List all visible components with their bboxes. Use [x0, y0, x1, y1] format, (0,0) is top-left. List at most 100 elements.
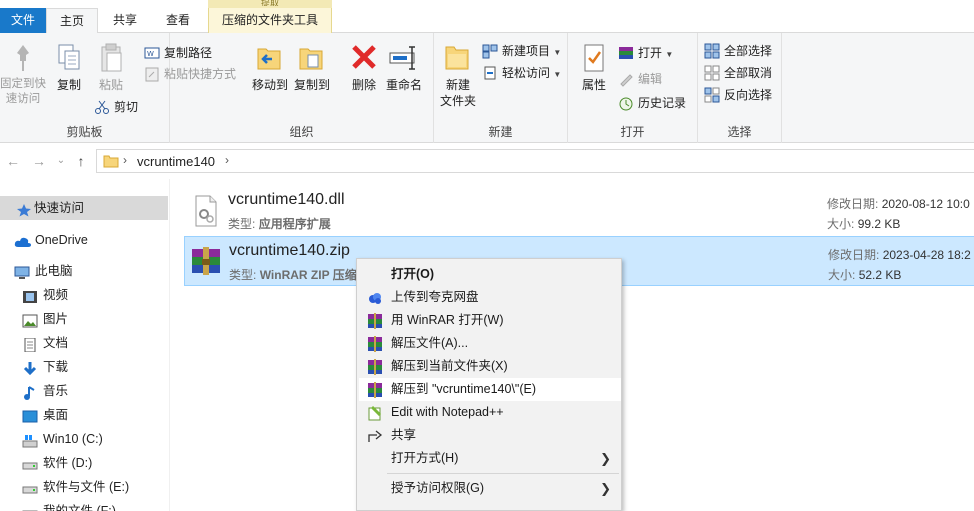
menu-item-label: 打开(O): [391, 267, 435, 281]
nav-item-quick-access[interactable]: 快速访问: [0, 196, 168, 220]
clipboard-group: 固定到快 速访问 复制 粘贴 W 复制路径 粘贴快捷方式 剪切 剪贴板: [0, 33, 236, 143]
file-date-label: 修改日期:: [827, 197, 879, 211]
breadcrumb-chevron-icon[interactable]: ›: [225, 153, 229, 167]
menu-item-edit-notepadpp[interactable]: Edit with Notepad++: [359, 401, 621, 424]
scissors-icon: [94, 99, 110, 115]
menu-item-open[interactable]: 打开(O): [359, 263, 621, 286]
nav-item-drive-c[interactable]: Win10 (C:): [0, 427, 168, 451]
new-item-button[interactable]: 新建项目 ▼: [482, 41, 561, 61]
select-all-label: 全部选择: [724, 44, 773, 58]
breadcrumb-chevron-icon[interactable]: ›: [123, 153, 127, 167]
paste-label: 粘贴: [98, 78, 123, 92]
properties-button[interactable]: 属性: [574, 41, 614, 93]
file-type-value: 应用程序扩展: [258, 217, 331, 231]
nav-item-pictures[interactable]: 图片: [0, 307, 168, 331]
select-all-icon: [704, 43, 720, 59]
menu-separator: [387, 473, 619, 474]
move-to-icon: [254, 41, 286, 75]
rename-label: 重命名: [385, 78, 422, 92]
tab-share[interactable]: 共享: [100, 8, 150, 33]
nav-item-drive-f[interactable]: 我的文件 (F:): [0, 499, 168, 511]
copy-to-button[interactable]: 复制到: [292, 41, 332, 93]
menu-item-extract-files[interactable]: 解压文件(A)...: [359, 332, 621, 355]
pin-label: 固定到快 速访问: [0, 78, 46, 105]
file-date: 修改日期: 2023-04-28 18:2: [828, 246, 971, 263]
menu-item-label: 打开方式(H): [391, 451, 459, 465]
breadcrumb-current-folder[interactable]: vcruntime140: [137, 154, 215, 169]
menu-item-open-with[interactable]: 打开方式(H) ❯: [359, 447, 621, 470]
winrar-archive-icon: [189, 245, 223, 279]
nav-item-label: 视频: [43, 288, 69, 302]
new-item-label: 新建项目: [502, 44, 551, 58]
open-button[interactable]: 打开 ▼: [618, 43, 673, 63]
drive-icon: [22, 504, 38, 511]
context-tab-header-label: 提取: [260, 0, 279, 6]
file-item-dll[interactable]: vcruntime140.dll 类型: 应用程序扩展 修改日期: 2020-0…: [184, 186, 974, 236]
copy-path-icon: W: [144, 45, 160, 61]
up-arrow-icon[interactable]: ↑: [72, 152, 90, 170]
history-label: 历史记录: [638, 96, 687, 110]
nav-item-drive-d[interactable]: 软件 (D:): [0, 451, 168, 475]
easy-access-button[interactable]: 轻松访问 ▼: [482, 63, 561, 83]
nav-item-label: 图片: [43, 312, 69, 326]
clipboard-group-label: 剪贴板: [66, 125, 103, 139]
tab-home[interactable]: 主页: [46, 8, 98, 34]
organize-group: 移动到 复制到 删除 重命名 组织: [170, 33, 434, 143]
file-date: 修改日期: 2020-08-12 10:0: [827, 195, 970, 212]
file-type: 类型: 应用程序扩展: [228, 215, 331, 232]
tab-compressed-folder-tools[interactable]: 压缩的文件夹工具: [208, 8, 332, 33]
pin-quick-access-button[interactable]: 固定到快 速访问: [0, 41, 46, 107]
desktop-icon: [22, 408, 38, 423]
forward-arrow-icon[interactable]: →: [30, 152, 48, 170]
winrar-icon: [367, 336, 383, 352]
copy-to-icon: [296, 41, 328, 75]
tab-view[interactable]: 查看: [152, 8, 204, 33]
select-group-label: 选择: [727, 125, 752, 139]
select-none-button[interactable]: 全部取消: [704, 63, 772, 83]
new-group: 新建 文件夹 新建项目 ▼ 轻松访问 ▼ 新建: [434, 33, 568, 143]
select-all-button[interactable]: 全部选择: [704, 41, 772, 61]
menu-item-label: 解压到 "vcruntime140\"(E): [391, 382, 537, 396]
delete-button[interactable]: 删除: [344, 41, 384, 93]
menu-item-extract-here[interactable]: 解压到当前文件夹(X): [359, 355, 621, 378]
nav-item-desktop[interactable]: 桌面: [0, 403, 168, 427]
cut-button[interactable]: 剪切: [94, 97, 138, 117]
nav-item-this-pc[interactable]: 此电脑: [0, 259, 168, 283]
recent-locations-chevron-icon[interactable]: ⌄: [52, 152, 70, 170]
submenu-arrow-icon: ❯: [600, 481, 611, 496]
nav-item-music[interactable]: 音乐: [0, 379, 168, 403]
nav-item-downloads[interactable]: 下载: [0, 355, 168, 379]
delete-x-icon: [348, 41, 380, 75]
menu-item-share[interactable]: 共享: [359, 424, 621, 447]
invert-selection-button[interactable]: 反向选择: [704, 85, 772, 105]
nav-item-onedrive[interactable]: OneDrive: [0, 228, 168, 252]
nav-item-videos[interactable]: 视频: [0, 283, 168, 307]
copy-label: 复制: [56, 78, 81, 92]
edit-icon: [618, 71, 634, 87]
edit-button[interactable]: 编辑: [618, 69, 662, 89]
new-folder-button[interactable]: 新建 文件夹: [436, 41, 480, 109]
address-bar-row: ← → ⌄ ↑ › vcruntime140 ›: [0, 143, 974, 179]
copy-button[interactable]: 复制: [50, 41, 88, 93]
edit-label: 编辑: [638, 72, 663, 86]
history-button[interactable]: 历史记录: [618, 93, 686, 113]
star-icon: [16, 201, 32, 217]
tab-file[interactable]: 文件: [0, 8, 46, 33]
menu-item-label: 授予访问权限(G): [391, 481, 485, 495]
menu-item-open-with-winrar[interactable]: 用 WinRAR 打开(W): [359, 309, 621, 332]
menu-item-extract-to-folder[interactable]: 解压到 "vcruntime140\"(E): [359, 378, 621, 401]
move-to-button[interactable]: 移动到: [250, 41, 290, 93]
invert-selection-label: 反向选择: [724, 88, 773, 102]
rename-button[interactable]: 重命名: [384, 41, 424, 93]
cloud-icon: [14, 233, 32, 247]
file-type-value: WinRAR ZIP 压缩: [259, 268, 357, 282]
address-bar[interactable]: › vcruntime140 ›: [96, 149, 974, 173]
menu-item-upload-quark[interactable]: 上传到夸克网盘: [359, 286, 621, 309]
file-date-label: 修改日期:: [828, 248, 880, 262]
invert-selection-icon: [704, 87, 720, 103]
paste-button[interactable]: 粘贴: [92, 41, 130, 93]
nav-item-documents[interactable]: 文档: [0, 331, 168, 355]
menu-item-grant-access[interactable]: 授予访问权限(G) ❯: [359, 477, 621, 500]
nav-item-drive-e[interactable]: 软件与文件 (E:): [0, 475, 168, 499]
back-arrow-icon[interactable]: ←: [4, 152, 22, 170]
